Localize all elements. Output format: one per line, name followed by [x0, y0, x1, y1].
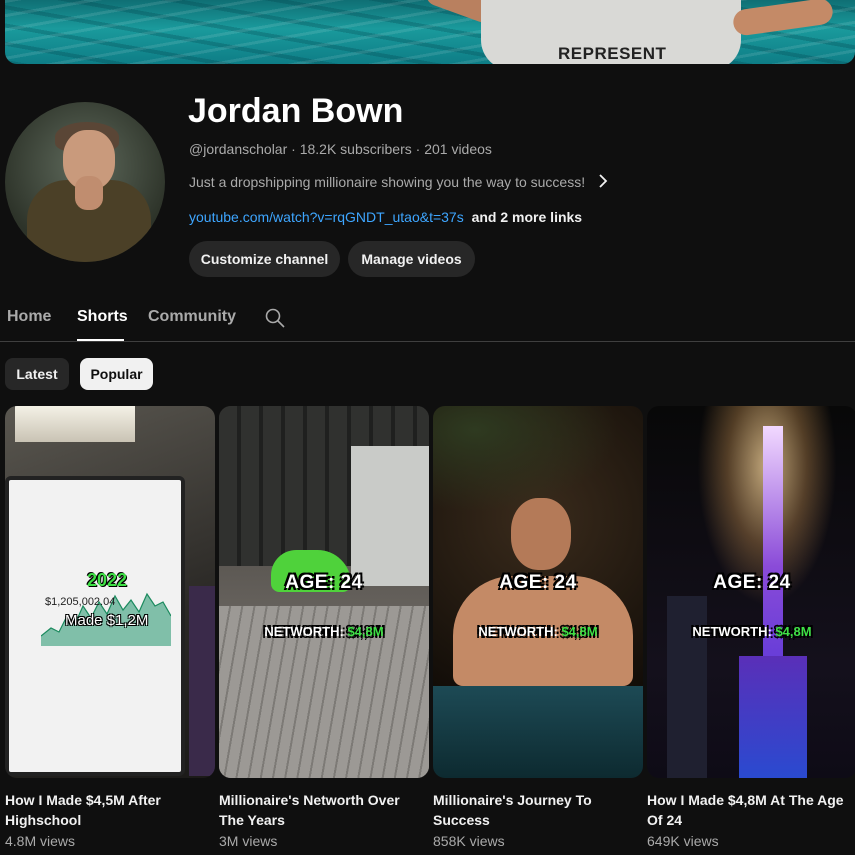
- thumb-overlay-networth: NETWORTH: $4,8M: [647, 624, 855, 639]
- tab-community[interactable]: Community: [148, 308, 236, 326]
- more-links-button[interactable]: and 2 more links: [472, 209, 582, 225]
- thumb-storefront: [351, 446, 429, 586]
- short-title[interactable]: How I Made $4,5M After Highschool: [5, 790, 205, 830]
- channel-tabs: Home Shorts Community: [0, 290, 855, 342]
- short-title[interactable]: Millionaire's Networth Over The Years: [219, 790, 419, 830]
- tab-home[interactable]: Home: [7, 308, 51, 326]
- channel-links: youtube.com/watch?v=rqGNDT_utao&t=37s an…: [189, 209, 582, 225]
- channel-link[interactable]: youtube.com/watch?v=rqGNDT_utao&t=37s: [189, 209, 464, 225]
- short-card[interactable]: $1,205,002.04 2022 Made $1,2M How I Made…: [5, 406, 215, 849]
- tab-shorts[interactable]: Shorts: [77, 308, 128, 326]
- thumb-overlay-age: AGE: 24: [713, 572, 791, 593]
- search-icon[interactable]: [264, 307, 286, 329]
- short-card[interactable]: AGE: 24 NETWORTH: $4,8M Millionaire's Ne…: [219, 406, 429, 849]
- thumb-lamp: [15, 406, 135, 442]
- customize-channel-button[interactable]: Customize channel: [189, 241, 340, 277]
- short-title[interactable]: How I Made $4,8M At The Age Of 24: [647, 790, 847, 830]
- thumb-total-sales: $1,205,002.04: [45, 596, 116, 608]
- short-card[interactable]: AGE: 24 NETWORTH: $4,8M Millionaire's Jo…: [433, 406, 643, 849]
- short-thumbnail[interactable]: $1,205,002.04 2022 Made $1,2M: [5, 406, 215, 778]
- active-tab-indicator: [77, 339, 124, 341]
- thumb-pool-water: [433, 686, 643, 778]
- chip-popular[interactable]: Popular: [80, 358, 153, 390]
- short-card[interactable]: AGE: 24 NETWORTH: $4,8M How I Made $4,8M…: [647, 406, 855, 849]
- thumb-side-light: [189, 586, 215, 776]
- thumb-overlay-networth: NETWORTH: $4,8M: [433, 624, 643, 639]
- networth-label: NETWORTH:: [478, 624, 558, 639]
- networth-label: NETWORTH:: [692, 624, 772, 639]
- channel-banner: REPRESENT: [5, 0, 855, 64]
- manage-videos-button[interactable]: Manage videos: [348, 241, 475, 277]
- short-thumbnail[interactable]: AGE: 24 NETWORTH: $4,8M: [219, 406, 429, 778]
- channel-avatar[interactable]: [5, 102, 165, 262]
- short-views: 858K views: [433, 833, 505, 849]
- channel-meta: @jordanscholar · 18.2K subscribers · 201…: [189, 141, 492, 157]
- channel-name: Jordan Bown: [188, 92, 404, 130]
- avatar-hand: [75, 176, 103, 210]
- thumb-overlay-year: 2022: [87, 570, 128, 590]
- channel-description[interactable]: Just a dropshipping millionaire showing …: [189, 174, 585, 190]
- banner-shirt-text: REPRESENT: [558, 44, 667, 63]
- short-views: 4.8M views: [5, 833, 76, 849]
- thumb-overlay-age: AGE: 24: [499, 572, 577, 593]
- short-views: 649K views: [647, 833, 719, 849]
- networth-label: NETWORTH:: [264, 624, 344, 639]
- chevron-right-icon[interactable]: [597, 172, 609, 195]
- thumb-overlay-made: Made $1,2M: [65, 612, 149, 629]
- chip-latest[interactable]: Latest: [5, 358, 69, 390]
- thumb-person-head: [511, 498, 571, 570]
- networth-value: $4,8M: [561, 624, 598, 639]
- thumb-overlay-networth: NETWORTH: $4,8M: [219, 624, 429, 639]
- networth-value: $4,8M: [775, 624, 812, 639]
- short-thumbnail[interactable]: AGE: 24 NETWORTH: $4,8M: [433, 406, 643, 778]
- thumb-tower-base: [739, 656, 807, 778]
- short-title[interactable]: Millionaire's Journey To Success: [433, 790, 633, 830]
- thumb-overlay-age: AGE: 24: [285, 572, 363, 593]
- networth-value: $4,8M: [347, 624, 384, 639]
- short-views: 3M views: [219, 833, 278, 849]
- short-thumbnail[interactable]: AGE: 24 NETWORTH: $4,8M: [647, 406, 855, 778]
